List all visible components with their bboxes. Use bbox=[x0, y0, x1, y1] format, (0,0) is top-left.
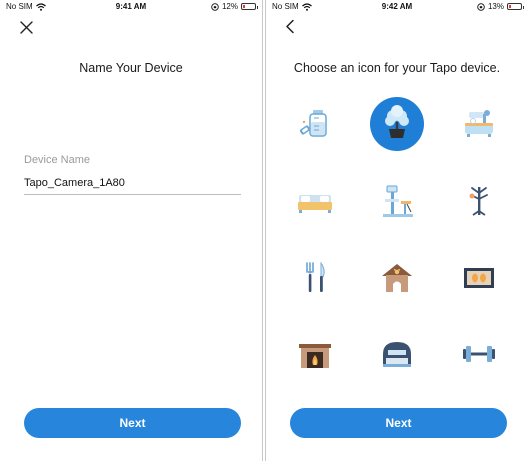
battery-icon bbox=[507, 3, 524, 10]
choose-icon-screen: No SIM 9:42 AM 13% Choose an icon for yo… bbox=[265, 0, 528, 461]
icon-option-coat-rack[interactable] bbox=[452, 174, 506, 228]
fork-knife-icon bbox=[306, 261, 325, 292]
name-device-screen: No SIM 9:41 AM 12% Name Your Device Devi… bbox=[0, 0, 263, 461]
battery-fill bbox=[243, 5, 245, 8]
icon-option-fork-knife[interactable] bbox=[288, 251, 342, 305]
dog-house-icon bbox=[382, 264, 412, 292]
coat-rack-icon bbox=[469, 187, 488, 216]
footprints-frame-icon bbox=[464, 268, 494, 288]
icon-option-bathtub[interactable] bbox=[452, 97, 506, 151]
fireplace-icon bbox=[299, 344, 331, 368]
status-right: 12% bbox=[211, 2, 258, 11]
back-button[interactable] bbox=[285, 19, 295, 39]
close-button[interactable] bbox=[20, 21, 33, 39]
icon-option-printer[interactable] bbox=[370, 327, 424, 381]
icon-option-plant-pot[interactable] bbox=[370, 97, 424, 151]
battery-fill bbox=[509, 5, 511, 8]
bathtub-icon bbox=[465, 110, 493, 137]
orientation-lock-icon bbox=[477, 2, 485, 11]
battery-percent: 13% bbox=[487, 2, 504, 11]
battery-percent: 12% bbox=[221, 2, 238, 11]
page-title: Choose an icon for your Tapo device. bbox=[293, 61, 501, 75]
page-title: Name Your Device bbox=[79, 61, 183, 75]
input-underline bbox=[24, 194, 241, 195]
icon-option-baby-bottle[interactable] bbox=[288, 97, 342, 151]
back-chevron-icon bbox=[286, 19, 294, 34]
icon-option-fireplace[interactable] bbox=[288, 327, 342, 381]
device-name-input[interactable]: Tapo_Camera_1A80 bbox=[24, 177, 125, 189]
next-button[interactable]: Next bbox=[24, 408, 241, 438]
close-icon bbox=[20, 21, 33, 34]
next-button[interactable]: Next bbox=[290, 408, 507, 438]
icon-option-dog-house[interactable] bbox=[370, 251, 424, 305]
baby-bottle-icon bbox=[299, 110, 327, 137]
status-bar: No SIM 9:41 AM 12% bbox=[0, 0, 262, 14]
plant-pot-icon bbox=[385, 105, 409, 138]
icon-option-dumbbell[interactable] bbox=[452, 327, 506, 381]
icon-option-bed[interactable] bbox=[288, 174, 342, 228]
status-bar: No SIM 9:42 AM 13% bbox=[266, 0, 528, 14]
status-right: 13% bbox=[477, 2, 524, 11]
dumbbell-icon bbox=[463, 346, 495, 362]
printer-icon bbox=[383, 342, 411, 367]
bed-icon bbox=[298, 195, 332, 213]
icon-option-footprints-frame[interactable] bbox=[452, 251, 506, 305]
icon-option-cat-tree[interactable] bbox=[370, 174, 424, 228]
cat-tree-icon bbox=[383, 185, 413, 217]
orientation-lock-icon bbox=[211, 2, 219, 11]
device-name-label: Device Name bbox=[24, 154, 91, 166]
battery-icon bbox=[241, 3, 258, 10]
